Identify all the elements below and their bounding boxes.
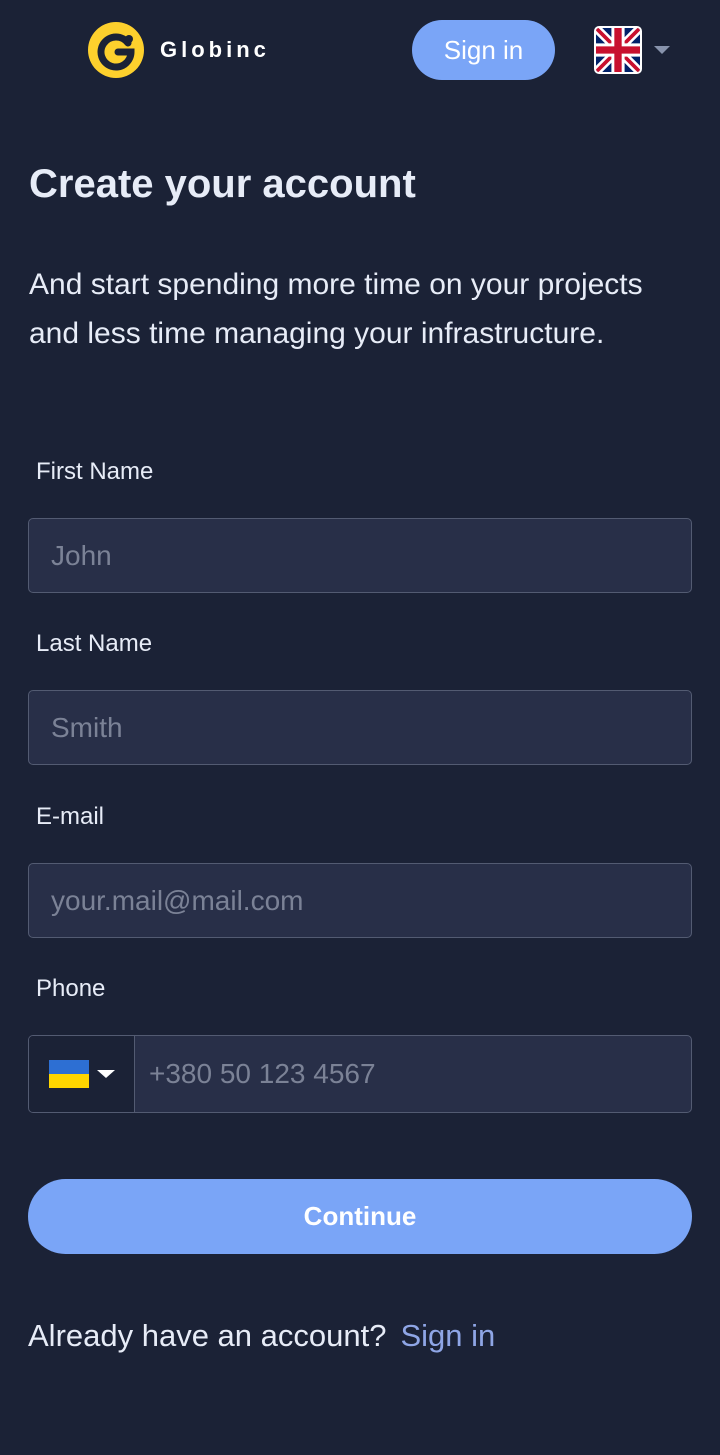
language-selector[interactable]	[594, 26, 670, 74]
first-name-label: First Name	[36, 458, 154, 485]
continue-button[interactable]: Continue	[28, 1179, 692, 1254]
phone-input[interactable]	[135, 1036, 691, 1112]
first-name-input[interactable]	[28, 518, 692, 593]
signin-prompt: Already have an account? Sign in	[28, 1318, 495, 1354]
email-label: E-mail	[36, 803, 105, 830]
phone-field	[28, 1035, 692, 1113]
chevron-down-icon	[654, 46, 670, 54]
header: Globinc Sign in	[0, 0, 720, 100]
globinc-logo-icon	[88, 22, 144, 78]
logo-text: Globinc	[160, 37, 270, 62]
last-name-input[interactable]	[28, 690, 692, 765]
ukraine-flag-icon	[48, 1060, 89, 1088]
phone-label: Phone	[36, 975, 106, 1002]
page-subtitle: And start spending more time on your pro…	[29, 268, 643, 350]
chevron-down-icon	[96, 1070, 115, 1078]
header-signin-button[interactable]: Sign in	[412, 20, 555, 80]
signin-prompt-text: Already have an account?	[28, 1318, 387, 1353]
phone-country-select[interactable]	[29, 1036, 135, 1112]
email-input[interactable]	[28, 863, 692, 938]
last-name-label: Last Name	[36, 630, 153, 657]
logo[interactable]: Globinc	[88, 22, 270, 78]
page-title: Create your account	[29, 162, 416, 206]
uk-flag-icon	[594, 26, 642, 74]
footer-signin-link[interactable]: Sign in	[400, 1318, 495, 1354]
